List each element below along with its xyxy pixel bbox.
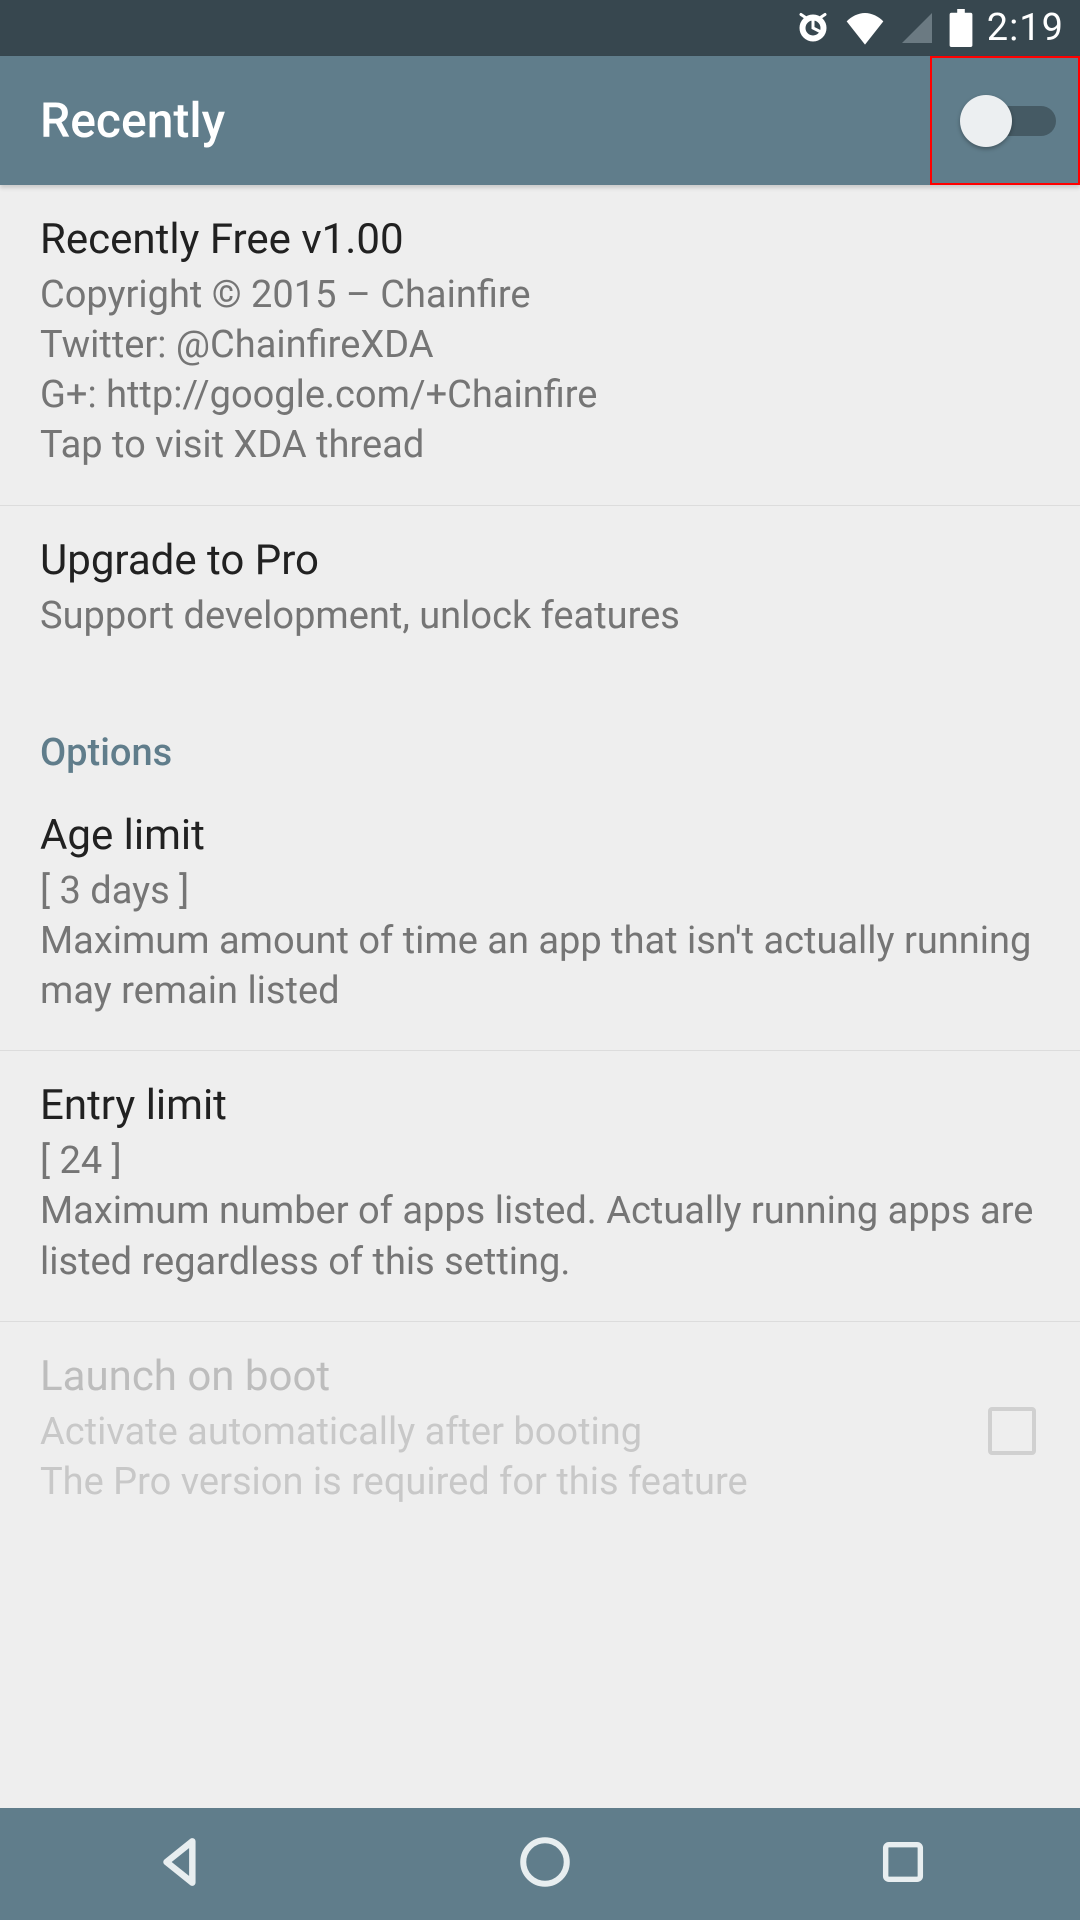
battery-icon bbox=[949, 9, 973, 47]
master-toggle-highlight bbox=[930, 56, 1080, 185]
age-limit-item[interactable]: Age limit [ 3 days ] Maximum amount of t… bbox=[0, 781, 1080, 1051]
entry-limit-value: [ 24 ] bbox=[40, 1136, 1040, 1186]
wifi-icon bbox=[845, 11, 885, 45]
launch-boot-title: Launch on boot bbox=[40, 1352, 950, 1401]
home-icon bbox=[516, 1833, 574, 1891]
upgrade-item[interactable]: Upgrade to Pro Support development, unlo… bbox=[0, 506, 1080, 675]
age-limit-title: Age limit bbox=[40, 811, 1040, 860]
master-toggle[interactable] bbox=[960, 91, 1050, 151]
recents-button[interactable] bbox=[877, 1836, 929, 1892]
options-header: Options bbox=[0, 675, 1080, 781]
about-line4: Tap to visit XDA thread bbox=[40, 420, 1040, 470]
back-button[interactable] bbox=[151, 1831, 213, 1897]
launch-on-boot-item: Launch on boot Activate automatically af… bbox=[0, 1322, 1080, 1541]
about-line3: G+: http://google.com/+Chainfire bbox=[40, 370, 1040, 420]
about-item[interactable]: Recently Free v1.00 Copyright © 2015 – C… bbox=[0, 185, 1080, 506]
age-limit-value: [ 3 days ] bbox=[40, 866, 1040, 916]
app-bar: Recently bbox=[0, 56, 1080, 185]
back-icon bbox=[151, 1831, 213, 1893]
about-line1: Copyright © 2015 – Chainfire bbox=[40, 270, 1040, 320]
upgrade-title: Upgrade to Pro bbox=[40, 536, 1040, 585]
alarm-icon bbox=[795, 10, 831, 46]
launch-boot-checkbox bbox=[988, 1407, 1036, 1455]
age-limit-desc: Maximum amount of time an app that isn't… bbox=[40, 916, 1040, 1016]
launch-boot-line1: Activate automatically after booting bbox=[40, 1407, 950, 1457]
content-area: Recently Free v1.00 Copyright © 2015 – C… bbox=[0, 185, 1080, 1808]
recents-icon bbox=[877, 1836, 929, 1888]
status-bar: 2:19 bbox=[0, 0, 1080, 56]
cell-signal-icon bbox=[899, 10, 935, 46]
nav-bar bbox=[0, 1808, 1080, 1920]
upgrade-sub: Support development, unlock features bbox=[40, 591, 1040, 641]
entry-limit-item[interactable]: Entry limit [ 24 ] Maximum number of app… bbox=[0, 1051, 1080, 1321]
home-button[interactable] bbox=[516, 1833, 574, 1895]
status-time: 2:19 bbox=[987, 6, 1064, 50]
entry-limit-title: Entry limit bbox=[40, 1081, 1040, 1130]
app-title: Recently bbox=[40, 92, 225, 149]
toggle-thumb bbox=[960, 95, 1012, 147]
about-title: Recently Free v1.00 bbox=[40, 215, 1040, 264]
about-line2: Twitter: @ChainfireXDA bbox=[40, 320, 1040, 370]
launch-boot-line2: The Pro version is required for this fea… bbox=[40, 1457, 950, 1507]
entry-limit-desc: Maximum number of apps listed. Actually … bbox=[40, 1186, 1040, 1286]
